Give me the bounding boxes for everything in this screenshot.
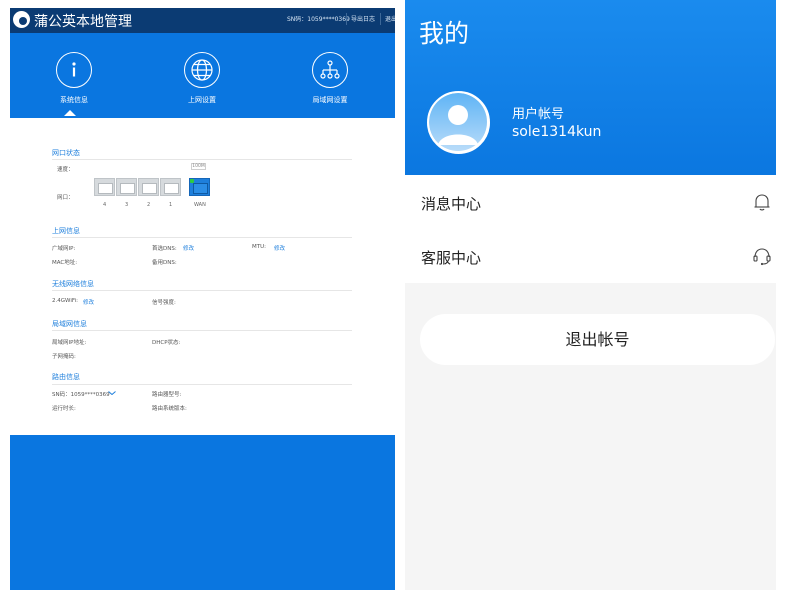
export-log-link[interactable]: 导出日志 <box>351 14 375 23</box>
wifi-edit-link[interactable]: 修改 <box>83 298 94 306</box>
section-divider <box>52 330 352 331</box>
speed-value: 100M <box>191 163 206 170</box>
lan-port-1-icon <box>160 178 181 196</box>
wan-ip-label: 广域网IP: <box>52 246 76 252</box>
speed-label: 速度： <box>57 167 74 173</box>
globe-icon <box>184 52 220 88</box>
port-label: 网口： <box>57 195 74 201</box>
sn-label: SN码：1059****0369 <box>52 392 110 398</box>
info-icon <box>56 52 92 88</box>
divider <box>380 13 381 25</box>
menu-item-customer-service[interactable]: 客服中心 <box>405 229 776 283</box>
section-title-port-status: 网口状态 <box>52 149 80 157</box>
chevron-down-icon[interactable] <box>108 391 116 395</box>
mtu-label: MTU: <box>252 244 266 250</box>
secondary-dns-label: 备用DNS: <box>152 260 177 266</box>
avatar[interactable] <box>427 91 490 154</box>
lan-port-2-icon <box>138 178 159 196</box>
active-tab-indicator <box>64 110 76 116</box>
router-admin-panel: 蒲公英本地管理 SN码：1059****0369 导出日志 退出 系统信息 上网… <box>10 8 395 590</box>
section-divider <box>52 159 352 160</box>
network-tree-icon <box>312 52 348 88</box>
menu-item-message-center[interactable]: 消息中心 <box>405 175 776 229</box>
top-bar: 蒲公英本地管理 SN码：1059****0369 导出日志 退出 <box>10 8 395 33</box>
section-title-lan: 局域网信息 <box>52 320 87 328</box>
nav-label: 局域网设置 <box>312 96 348 104</box>
port-number: 1 <box>169 202 173 208</box>
page-title: 我的 <box>419 19 470 48</box>
port-number: 4 <box>103 202 107 208</box>
nav-lan-settings[interactable]: 局域网设置 <box>300 52 360 105</box>
nav-label: 系统信息 <box>60 96 88 104</box>
pgy-logo-icon <box>13 11 30 28</box>
lan-ip-label: 局域网IP地址: <box>52 340 87 346</box>
mobile-profile-panel: 我的 用户帐号 sole1314kun 消息中心 客服中心 退出帐号 <box>405 0 776 590</box>
sn-code-top: SN码：1059****0369 <box>287 16 350 23</box>
section-title-device: 路由信息 <box>52 373 80 381</box>
mtu-edit-link[interactable]: 修改 <box>274 244 285 252</box>
section-divider <box>52 384 352 385</box>
port-number: 2 <box>147 202 151 208</box>
section-divider <box>52 237 352 238</box>
signal-label: 信号强度: <box>152 300 176 306</box>
dhcp-label: DHCP状态: <box>152 340 181 346</box>
profile-header: 我的 用户帐号 sole1314kun <box>405 0 776 175</box>
wifi-label: 2.4GWiFi: <box>52 298 78 304</box>
nav-label: 上网设置 <box>188 96 216 104</box>
primary-dns-label: 首选DNS: <box>152 246 177 252</box>
mac-label: MAC地址: <box>52 260 78 266</box>
user-avatar-icon <box>429 93 487 151</box>
menu-item-label: 消息中心 <box>421 195 482 213</box>
app-title: 蒲公英本地管理 <box>34 14 132 30</box>
user-account-name: sole1314kun <box>512 124 602 140</box>
version-label: 路由系统版本: <box>152 406 187 412</box>
logout-link[interactable]: 退出 <box>385 14 395 23</box>
uptime-label: 运行时长: <box>52 406 76 412</box>
lan-port-4-icon <box>94 178 115 196</box>
lan-port-3-icon <box>116 178 137 196</box>
section-divider <box>52 290 352 291</box>
primary-dns-edit-link[interactable]: 修改 <box>183 244 194 252</box>
section-title-internet: 上网信息 <box>52 227 80 235</box>
port-number: 3 <box>125 202 129 208</box>
user-account-label: 用户帐号 <box>512 107 565 122</box>
screenshot-root: 蒲公英本地管理 SN码：1059****0369 导出日志 退出 系统信息 上网… <box>0 0 800 600</box>
model-label: 路由器型号: <box>152 392 182 398</box>
nav-system-info[interactable]: 系统信息 <box>44 52 104 105</box>
wan-label: WAN <box>194 202 206 208</box>
nav-internet-settings[interactable]: 上网设置 <box>172 52 232 105</box>
divider <box>346 13 347 25</box>
headset-icon <box>753 248 771 266</box>
section-title-wireless: 无线网络信息 <box>52 280 94 288</box>
system-info-card: 网口状态 速度： 100M 网口： 4 3 2 1 WAN 上网信息 广域网IP… <box>10 118 395 435</box>
menu-item-label: 客服中心 <box>421 249 482 267</box>
bell-icon <box>754 194 770 211</box>
logout-button[interactable]: 退出帐号 <box>420 314 775 365</box>
subnet-label: 子网掩码: <box>52 354 76 360</box>
wan-link-indicator <box>190 179 194 183</box>
